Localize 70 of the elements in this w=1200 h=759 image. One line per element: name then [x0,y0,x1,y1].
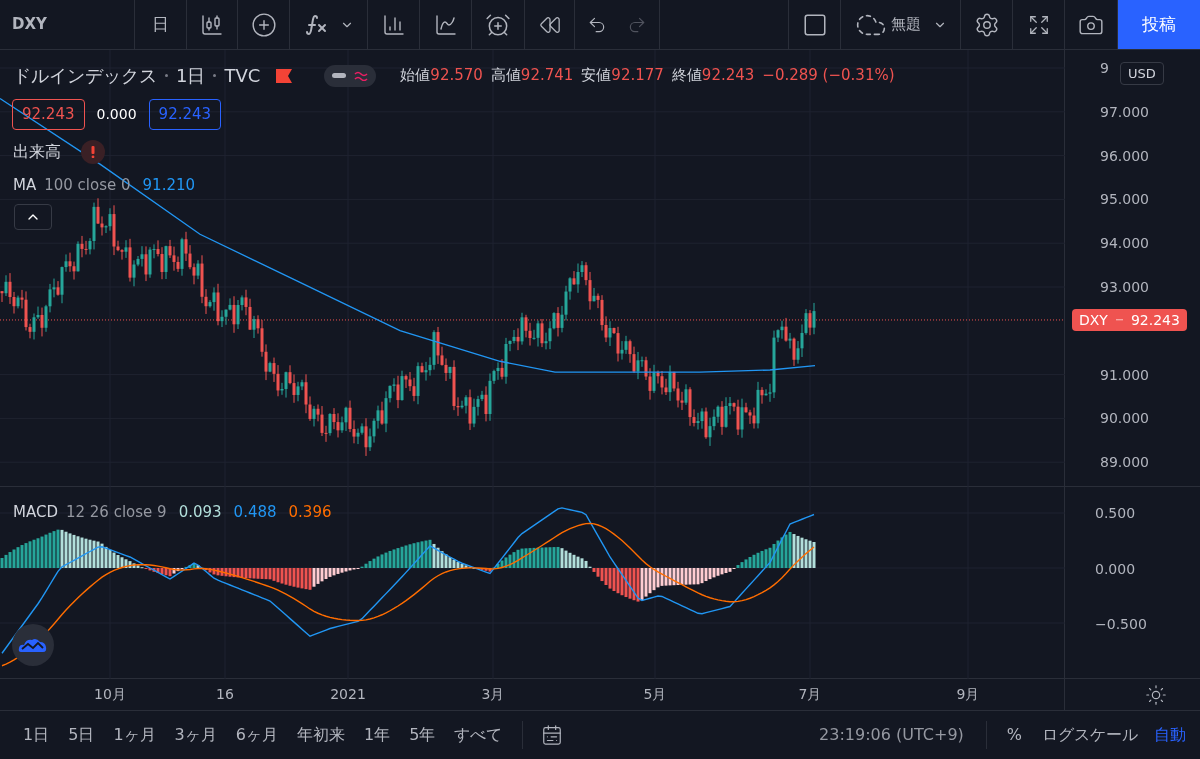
price-tick: 95.000 [1100,192,1149,207]
range-button[interactable]: 5年 [409,723,436,747]
range-button[interactable]: 3ヶ月 [174,723,217,747]
symbol-button[interactable]: DXY [12,13,47,36]
price-tick: 91.000 [1100,367,1149,382]
currency-badge[interactable]: USD [1120,62,1164,85]
time-tick: 3月 [481,687,505,701]
range-button[interactable]: 6ヶ月 [235,723,278,747]
time-tick: 10月 [94,687,126,701]
clock-time: 23:19:06 (UTC+9) [819,724,964,746]
warning-icon [81,140,105,164]
ohlc-value: 安値92.177 [581,65,664,87]
spread-label: 0.000 [96,104,137,124]
collapse-button[interactable] [14,204,52,230]
ma-value: 91.210 [142,175,196,196]
time-tick: 7月 [798,687,822,701]
macd-value: 0.396 [288,502,332,523]
dash-icon [1115,319,1123,321]
price-tick: 93.000 [1100,280,1149,294]
time-tick: 16 [216,687,234,701]
price-tick: 94.000 [1100,236,1149,251]
ohlc-value: 始値92.570 [400,65,483,87]
macd-value: 0.488 [233,502,277,523]
range-button[interactable]: 1ヶ月 [113,723,156,747]
publish-button[interactable]: 投稿 [1118,0,1200,49]
range-button[interactable]: すべて [454,723,503,747]
ohlc-value: 高値92.741 [490,65,574,87]
layout-dropdown[interactable]: 無題 [841,0,961,49]
volume-label: 出来高 [13,141,61,163]
price-tick: 96.000 [1100,148,1149,163]
price-change: −0.289 (−0.31%) [762,65,895,87]
ohlc-value: 終値92.243 [671,65,755,87]
flag-icon [276,68,293,83]
cloud-chart-icon [18,636,48,654]
sun-icon[interactable] [1145,683,1167,706]
log-scale-button[interactable]: ログスケール [1042,723,1138,747]
interval-label: 1日 [176,64,206,88]
price-tick: 89.000 [1100,455,1149,470]
time-tick: 9月 [956,687,980,701]
macd-tick: −0.500 [1095,617,1147,631]
macd-name: MACD [13,502,58,523]
interval-button[interactable]: 日 [135,0,187,49]
macd-params: 12 26 close 9 [65,502,167,523]
price-tick: 97.000 [1100,104,1149,119]
symbol-title: ドルインデックス [13,64,157,88]
price-tick: 9 [1100,61,1109,75]
calendar-icon[interactable] [541,724,564,746]
auto-scale-button[interactable]: 自動 [1154,723,1186,747]
logo-button[interactable] [12,624,54,666]
ma-name: MA [13,175,37,196]
time-tick: 2021 [330,687,366,701]
exchange-label: TVC [224,64,261,88]
price-tick: 90.000 [1100,411,1149,426]
minus-icon [332,73,347,78]
buy-price-box[interactable]: 92.243 [148,99,222,130]
macd-tick: 0.500 [1095,506,1136,520]
last-price-label: DXY 92.243 [1072,309,1187,331]
toggle-pill[interactable] [324,64,377,87]
sell-price-box[interactable]: 92.243 [12,99,85,130]
percent-button[interactable]: % [1006,723,1022,747]
wave-icon [354,70,369,81]
range-button[interactable]: 1日 [23,723,50,747]
macd-value: 0.093 [178,502,222,523]
range-button[interactable]: 年初来 [296,723,345,747]
range-button[interactable]: 5日 [68,723,95,747]
separator-dot [165,74,168,77]
macd-tick: 0.000 [1095,561,1136,576]
range-button[interactable]: 1年 [363,723,391,747]
time-tick: 5月 [643,687,667,701]
separator-dot [213,74,217,77]
